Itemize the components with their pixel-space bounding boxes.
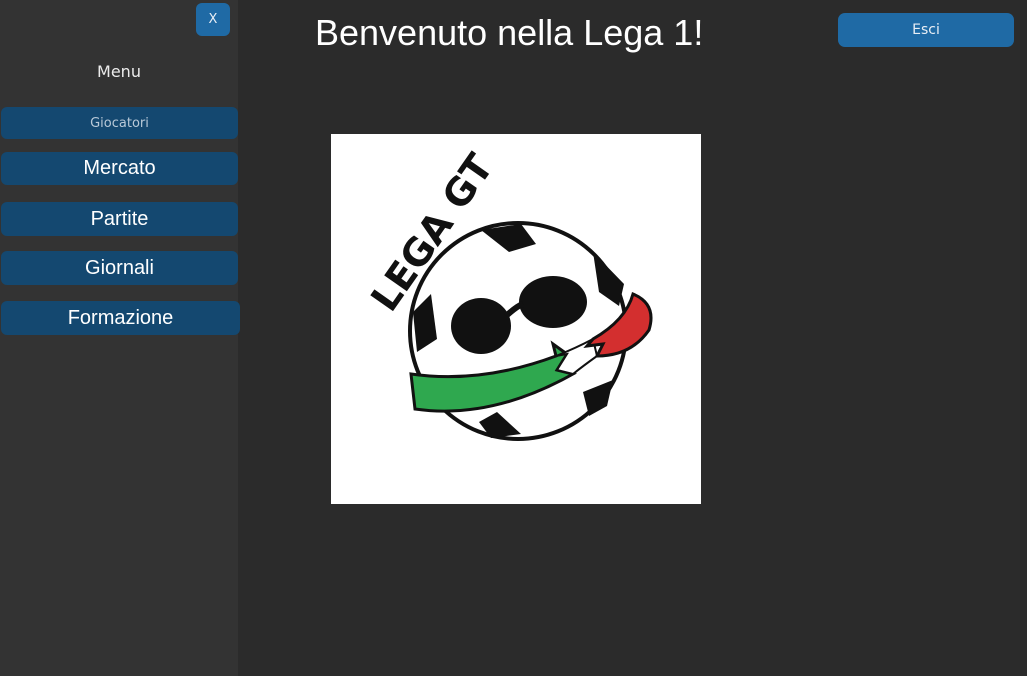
sidebar: X Menu Giocatori Mercato Partite Giornal… [0, 0, 240, 676]
menu-label: Menu [97, 62, 141, 81]
sidebar-item-partite[interactable]: Partite [1, 202, 238, 236]
app-window: X Menu Giocatori Mercato Partite Giornal… [0, 0, 1027, 676]
logout-button[interactable]: Esci [838, 13, 1014, 47]
sidebar-item-giocatori[interactable]: Giocatori [1, 107, 238, 139]
league-logo: LEGA GT [331, 134, 701, 504]
sidebar-item-mercato[interactable]: Mercato [1, 152, 238, 185]
league-logo-image: LEGA GT [362, 146, 653, 441]
sidebar-item-giornali[interactable]: Giornali [1, 251, 238, 285]
page-title: Benvenuto nella Lega 1! [315, 12, 704, 53]
close-sidebar-button[interactable]: X [196, 3, 230, 36]
sidebar-item-formazione[interactable]: Formazione [1, 301, 240, 335]
